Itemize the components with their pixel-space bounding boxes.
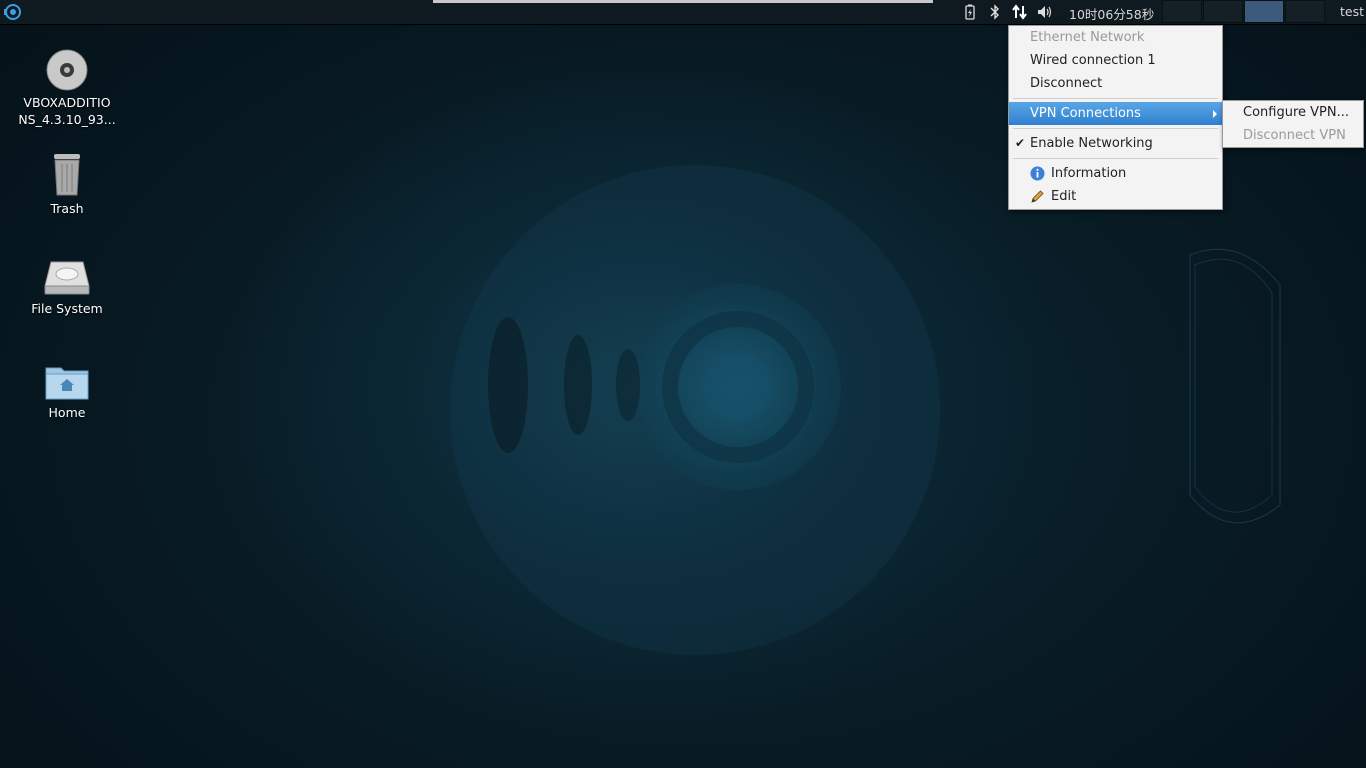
menu-item-enable-networking[interactable]: ✔ Enable Networking	[1009, 132, 1222, 155]
checkmark-icon: ✔	[1015, 136, 1026, 150]
menu-item-ethernet-network: Ethernet Network	[1030, 30, 1145, 45]
menu-separator	[1013, 158, 1218, 159]
clock[interactable]: 10时06分58秒	[1069, 4, 1154, 23]
user-menu[interactable]: test	[1340, 4, 1364, 19]
taskbar-strip[interactable]	[433, 0, 933, 3]
desktop-icon-file-system[interactable]: File System	[12, 258, 122, 317]
top-panel: 10时06分58秒 test	[0, 0, 1366, 25]
battery-icon[interactable]	[961, 3, 979, 21]
pencil-icon	[1031, 190, 1044, 203]
menu-item-configure-vpn[interactable]: Configure VPN...	[1223, 101, 1363, 124]
cd-rom-icon	[46, 49, 88, 91]
bluetooth-icon[interactable]	[986, 3, 1004, 21]
desktop-icon-label: VBOXADDITIO	[23, 95, 111, 110]
desktop-icon-label: Trash	[50, 201, 84, 216]
desktop-icon-trash[interactable]: Trash	[12, 150, 122, 217]
desktop-icon-home[interactable]: Home	[12, 362, 122, 421]
menu-item-label: Edit	[1051, 189, 1077, 204]
ubuntu-kylin-logo-icon[interactable]	[3, 3, 21, 21]
menu-item-disconnect-vpn: Disconnect VPN	[1243, 128, 1346, 143]
menu-item-disconnect[interactable]: Disconnect	[1009, 72, 1222, 95]
menu-item-vpn-connections[interactable]: VPN Connections	[1009, 102, 1222, 125]
menu-item-edit[interactable]: Edit	[1009, 185, 1222, 208]
vpn-submenu: Configure VPN... Disconnect VPN	[1222, 100, 1364, 148]
workspace-3[interactable]	[1244, 0, 1284, 23]
workspace-pager[interactable]	[1162, 0, 1328, 23]
workspace-2[interactable]	[1203, 0, 1243, 23]
menu-item-label: VPN Connections	[1030, 106, 1141, 121]
workspace-1[interactable]	[1162, 0, 1202, 23]
workspace-4[interactable]	[1285, 0, 1325, 23]
desktop-icon-vboxadditions[interactable]: VBOXADDITIO NS_4.3.10_93...	[12, 48, 122, 128]
menu-separator	[1013, 128, 1218, 129]
hard-drive-icon	[44, 261, 90, 295]
menu-separator	[1013, 98, 1218, 99]
submenu-arrow-icon	[1213, 110, 1217, 118]
desktop-icon-label: Home	[48, 405, 86, 420]
menu-item-label: Enable Networking	[1030, 136, 1153, 151]
trash-icon	[54, 154, 80, 196]
network-icon[interactable]	[1011, 3, 1029, 21]
menu-item-wired-connection[interactable]: Wired connection 1	[1009, 49, 1222, 72]
menu-item-information[interactable]: Information	[1009, 162, 1222, 185]
desktop-icon-label: NS_4.3.10_93...	[18, 112, 116, 127]
info-icon	[1030, 166, 1045, 181]
volume-icon[interactable]	[1036, 3, 1054, 21]
network-menu: Ethernet Network Wired connection 1 Disc…	[1008, 25, 1223, 210]
home-folder-icon	[45, 367, 89, 400]
desktop-icon-label: File System	[31, 301, 103, 316]
menu-item-label: Information	[1051, 166, 1127, 181]
